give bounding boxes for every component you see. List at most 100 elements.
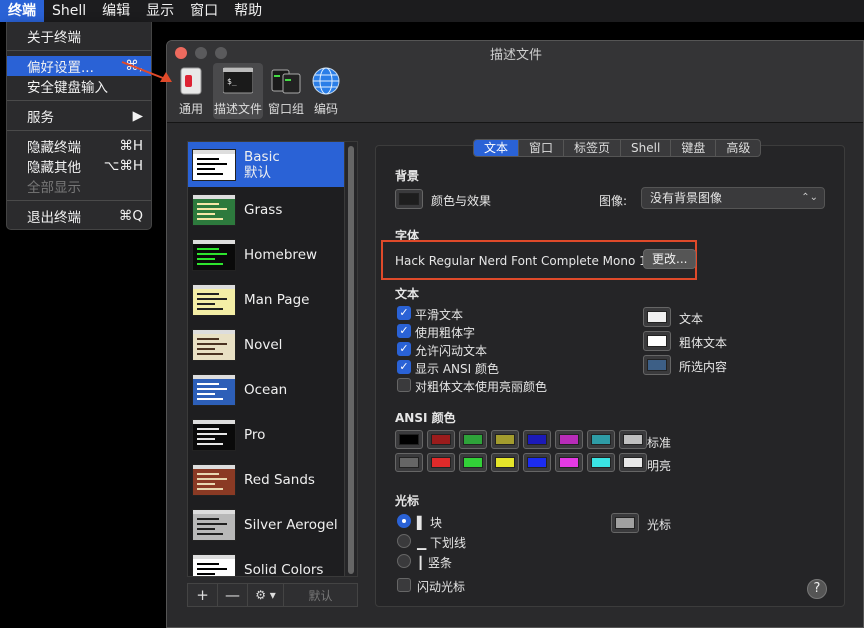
change-font-button[interactable]: 更改... xyxy=(643,249,697,269)
cursor-style-radio[interactable] xyxy=(397,514,411,528)
text-option-label: 使用粗体字 xyxy=(415,326,476,340)
color-effects-label: 颜色与效果 xyxy=(431,194,492,208)
menu-item-label: 退出终端 xyxy=(27,210,81,226)
toolbar-profiles[interactable]: $_ 描述文件 xyxy=(213,63,263,119)
text-color-well[interactable] xyxy=(643,331,671,351)
toolbar-label: 描述文件 xyxy=(213,102,262,116)
ansi-color-well[interactable] xyxy=(395,430,423,449)
menu-help[interactable]: 帮助 xyxy=(226,0,270,22)
profile-list-scrollbar[interactable] xyxy=(344,141,358,577)
gear-menu-button[interactable]: ⚙︎ ▾ xyxy=(248,584,284,606)
tab-tabs[interactable]: 标签页 xyxy=(564,140,622,156)
ansi-color-well[interactable] xyxy=(587,430,615,449)
settings-tabs: 文本 窗口 标签页 Shell 键盘 高级 xyxy=(473,139,762,157)
profile-item[interactable]: Basic 默认 xyxy=(188,142,344,187)
profile-name: Novel xyxy=(244,337,282,353)
tab-advanced[interactable]: 高级 xyxy=(716,140,760,156)
menu-item-label: 隐藏其他 xyxy=(27,160,81,176)
ansi-color-well[interactable] xyxy=(427,453,455,472)
globe-icon xyxy=(311,66,341,96)
window-groups-icon xyxy=(271,66,301,96)
menu-item-quit[interactable]: 退出终端 ⌘Q xyxy=(7,206,151,226)
color-swatch xyxy=(591,457,611,468)
color-swatch xyxy=(623,457,643,468)
profile-name-text: Novel xyxy=(244,336,283,353)
text-option-checkbox[interactable] xyxy=(397,378,411,392)
menu-item-label: 关于终端 xyxy=(27,30,81,46)
text-color-well[interactable] xyxy=(643,307,671,327)
background-section-title: 背景 xyxy=(395,169,420,183)
menu-edit[interactable]: 编辑 xyxy=(94,0,138,22)
ansi-color-well[interactable] xyxy=(523,453,551,472)
text-option-checkbox[interactable]: ✓ xyxy=(397,360,411,374)
ansi-color-well[interactable] xyxy=(619,453,647,472)
annotation-arrow xyxy=(121,61,172,82)
menu-terminal[interactable]: 终端 xyxy=(0,0,44,22)
menu-bar: 终端 Shell 编辑 显示 窗口 帮助 xyxy=(0,0,864,22)
ansi-color-well[interactable] xyxy=(555,453,583,472)
ansi-color-well[interactable] xyxy=(491,453,519,472)
profile-item[interactable]: Solid Colors xyxy=(188,547,344,576)
menu-view[interactable]: 显示 xyxy=(138,0,182,22)
cursor-style-radio[interactable] xyxy=(397,554,411,568)
cursor-style-radio[interactable] xyxy=(397,534,411,548)
profile-item[interactable]: Ocean xyxy=(188,367,344,412)
menu-item-hide-others[interactable]: 隐藏其他 ⌥⌘H xyxy=(7,156,151,176)
ansi-color-well[interactable] xyxy=(587,453,615,472)
ansi-color-well[interactable] xyxy=(523,430,551,449)
profile-item[interactable]: Red Sands xyxy=(188,457,344,502)
profile-thumbnail xyxy=(192,238,236,271)
tab-shell[interactable]: Shell xyxy=(621,140,672,156)
menu-separator xyxy=(7,50,151,51)
background-color-well[interactable] xyxy=(395,189,423,209)
tab-keyboard[interactable]: 键盘 xyxy=(671,140,717,156)
menu-item-label: 服务 xyxy=(27,110,54,126)
blink-cursor-checkbox[interactable] xyxy=(397,578,411,592)
menu-item-label: 安全键盘输入 xyxy=(27,80,108,96)
color-swatch xyxy=(647,311,667,323)
text-section-title: 文本 xyxy=(395,287,420,301)
menu-item-about[interactable]: 关于终端 xyxy=(7,26,151,46)
cursor-color-well[interactable] xyxy=(611,513,639,533)
profile-name-text: Grass xyxy=(244,201,283,218)
ansi-color-well[interactable] xyxy=(555,430,583,449)
tab-text[interactable]: 文本 xyxy=(474,140,520,156)
menu-item-services[interactable]: 服务 ▶ xyxy=(7,106,151,126)
scrollbar-knob[interactable] xyxy=(348,146,354,574)
ansi-color-well[interactable] xyxy=(459,453,487,472)
ansi-color-well[interactable] xyxy=(459,430,487,449)
text-option-checkbox[interactable]: ✓ xyxy=(397,324,411,338)
ansi-color-well[interactable] xyxy=(395,453,423,472)
remove-profile-button[interactable]: — xyxy=(218,584,248,606)
color-swatch xyxy=(647,335,667,347)
text-color-well[interactable] xyxy=(643,355,671,375)
background-image-select[interactable]: 没有背景图像 ⌃⌄ xyxy=(641,187,825,209)
menu-window[interactable]: 窗口 xyxy=(182,0,226,22)
profile-item[interactable]: Homebrew xyxy=(188,232,344,277)
profile-actions-bar: + — ⚙︎ ▾ 默认 xyxy=(187,583,358,607)
text-option-checkbox[interactable]: ✓ xyxy=(397,306,411,320)
menu-item-hide-terminal[interactable]: 隐藏终端 ⌘H xyxy=(7,136,151,156)
help-button[interactable]: ? xyxy=(807,579,827,599)
profile-item[interactable]: Pro xyxy=(188,412,344,457)
cursor-style-label: ▌ 块 xyxy=(417,516,443,530)
toolbar-window-groups[interactable]: 窗口组 xyxy=(265,63,307,119)
profile-item[interactable]: Man Page xyxy=(188,277,344,322)
profile-item[interactable]: Grass xyxy=(188,187,344,232)
ansi-color-well[interactable] xyxy=(491,430,519,449)
profile-name: Homebrew xyxy=(244,247,317,263)
tab-window[interactable]: 窗口 xyxy=(519,140,565,156)
image-label: 图像: xyxy=(599,194,628,208)
text-option-checkbox[interactable]: ✓ xyxy=(397,342,411,356)
toolbar-encoding[interactable]: 编码 xyxy=(309,63,343,119)
ansi-color-well[interactable] xyxy=(427,430,455,449)
add-profile-button[interactable]: + xyxy=(188,584,218,606)
ansi-color-well[interactable] xyxy=(619,430,647,449)
profile-list: Basic 默认 Grass Homebrew Man Page Novel Ocean Pr… xyxy=(187,141,345,577)
profile-name-text: Basic xyxy=(244,148,280,165)
profile-item[interactable]: Novel xyxy=(188,322,344,367)
text-option-label: 显示 ANSI 颜色 xyxy=(415,362,499,376)
menu-shell[interactable]: Shell xyxy=(44,0,94,22)
profile-item[interactable]: Silver Aerogel xyxy=(188,502,344,547)
menu-item-label: 全部显示 xyxy=(27,180,81,196)
